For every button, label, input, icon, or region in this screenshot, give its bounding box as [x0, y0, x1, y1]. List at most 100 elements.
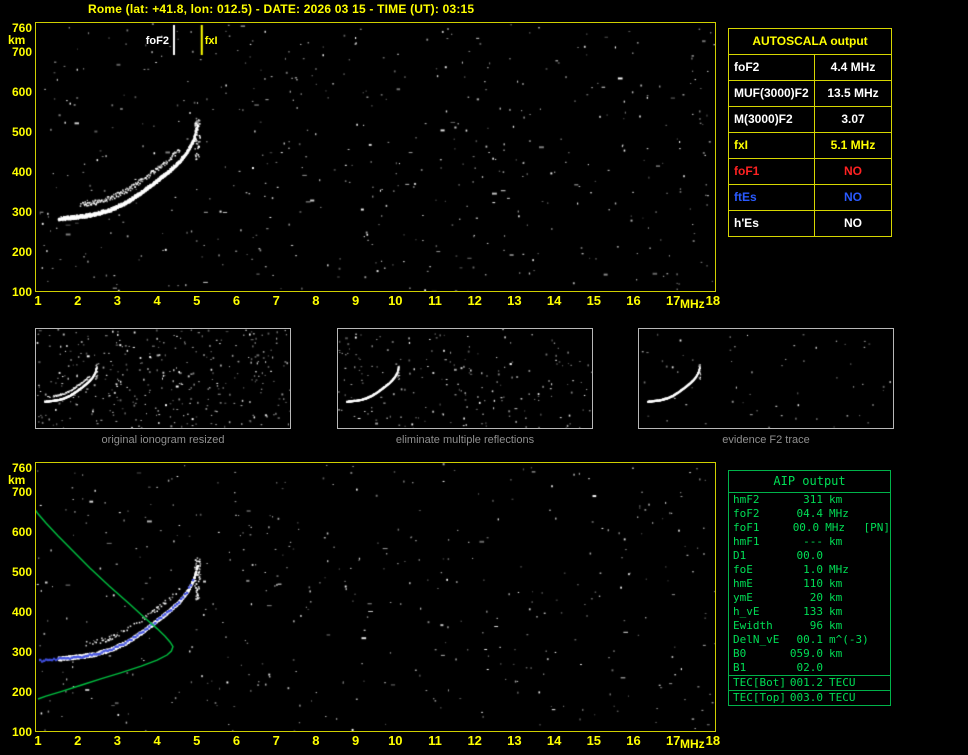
autoscala-row-muf-3000-f2: MUF(3000)F2 13.5 MHz	[729, 80, 891, 106]
aip-name: hmF2	[733, 493, 760, 506]
aip-note	[869, 691, 890, 705]
x-tick-label: 14	[546, 733, 562, 748]
aip-name: B0	[733, 647, 747, 660]
parameter-value: 13.5 MHz	[827, 86, 879, 100]
station-title: Rome (lat: +41.8, lon: 012.5) - DATE: 20…	[88, 2, 475, 16]
aip-val: 133	[803, 605, 823, 618]
parameter-value: NO	[844, 190, 862, 204]
aip-note	[869, 647, 890, 661]
x-tick-label: 2	[74, 293, 82, 308]
aip-unit	[823, 549, 869, 563]
aip-name: foF1	[733, 521, 760, 534]
autoscala-row-h-es: h'Es NO	[729, 210, 891, 236]
aip-name: h_vE	[733, 605, 760, 618]
x-tick-label: 13	[507, 293, 522, 308]
aip-name: D1	[733, 549, 747, 562]
x-tick-label: 6	[232, 733, 241, 748]
aip-unit: TECU	[829, 691, 856, 704]
thumbnail-2	[337, 328, 593, 429]
parameter-name: h'Es	[729, 211, 815, 236]
y-tick-label: 600	[11, 85, 32, 99]
x-axis-unit-label: MHz	[680, 737, 705, 751]
autoscala-row-m-3000-f2: M(3000)F2 3.07	[729, 106, 891, 132]
aip-val: 003.0	[789, 691, 823, 704]
aip-unit	[823, 661, 869, 675]
x-tick-label: 10	[388, 733, 403, 748]
x-tick-label: 6	[232, 293, 241, 308]
x-tick-label: 1	[34, 293, 42, 308]
aip-note	[869, 563, 890, 577]
aip-note	[869, 577, 890, 591]
autoscala-row-fof1: foF1 NO	[729, 158, 891, 184]
profile-ionogram-canvas	[36, 463, 715, 731]
y-axis-unit-label: km	[8, 473, 26, 487]
aip-unit: TECU	[829, 676, 856, 689]
aip-unit: km	[829, 577, 843, 590]
parameter-value: NO	[844, 164, 862, 178]
thumbnail-canvas-3	[639, 329, 893, 428]
aip-row-hme: hmE 110 km	[729, 577, 890, 591]
x-tick-label: 1	[34, 733, 42, 748]
y-tick-label: 100	[11, 725, 32, 739]
autoscala-table-rows: foF2 4.4 MHz MUF(3000)F2 13.5 MHz M(3000)F2 3…	[729, 55, 891, 236]
aip-unit: MHz	[829, 507, 849, 520]
aip-note	[869, 633, 890, 647]
y-tick-label: 500	[11, 565, 32, 579]
y-tick-label: 400	[11, 165, 32, 179]
aip-name: B1	[733, 661, 747, 674]
thumbnail-caption-2: eliminate multiple reflections	[395, 434, 535, 446]
aip-table-rows: hmF2 311 km foF2 04.4 MHz foF1 00.0 MHz [PN] hmF1-…	[729, 493, 890, 705]
x-axis-unit-label: MHz	[680, 297, 705, 311]
thumbnail-caption-3: evidence F2 trace	[722, 434, 810, 446]
x-tick-label: 3	[113, 293, 121, 308]
parameter-value: 4.4 MHz	[830, 60, 876, 74]
aip-val: 04.4	[796, 507, 824, 520]
aip-val: 1.0	[803, 563, 823, 576]
aip-val: 059.0	[789, 647, 823, 660]
parameter-name: MUF(3000)F2	[729, 81, 815, 106]
aip-unit: km	[829, 619, 843, 632]
aip-name: foE	[733, 563, 753, 576]
aip-unit: MHz	[825, 521, 846, 534]
y-tick-label: 200	[11, 685, 32, 699]
aip-val: 00.0	[796, 549, 824, 562]
aip-unit: km	[829, 605, 843, 618]
x-tick-label: 11	[428, 733, 442, 748]
x-tick-label: 15	[586, 733, 602, 748]
y-tick-label: 700	[11, 485, 32, 499]
y-tick-label: 760	[11, 461, 32, 475]
y-tick-label: 100	[11, 285, 32, 299]
profile-ionogram-plot	[35, 462, 716, 732]
y-tick-label: 400	[11, 605, 32, 619]
aip-note	[869, 507, 890, 521]
y-tick-label: 760	[11, 21, 32, 35]
aip-val: 110	[803, 577, 823, 590]
y-tick-label: 500	[11, 125, 32, 139]
y-tick-label: 300	[11, 645, 32, 659]
aip-row-fof1: foF1 00.0 MHz [PN]	[729, 521, 890, 535]
aip-name: DelN_vE	[733, 633, 780, 646]
scaled-ionogram-canvas	[36, 23, 715, 291]
x-tick-label: 14	[546, 293, 562, 308]
parameter-value: NO	[844, 216, 862, 230]
aip-note	[869, 661, 890, 675]
aip-note: [PN]	[863, 521, 891, 534]
aip-note	[869, 591, 890, 605]
x-tick-label: 16	[626, 733, 641, 748]
aip-val: ---	[803, 535, 823, 548]
x-tick-label: 17	[665, 733, 681, 748]
thumbnail-canvas-2	[338, 329, 592, 428]
x-tick-label: 15	[586, 293, 602, 308]
aip-note	[869, 549, 890, 563]
autoscala-row-ftes: ftEs NO	[729, 184, 891, 210]
aip-name: ymE	[733, 591, 753, 604]
y-tick-label: 200	[11, 245, 32, 259]
aip-output-table: AIP output hmF2 311 km foF2 04.4 MHz foF1 00.0 M…	[728, 470, 891, 706]
parameter-name: ftEs	[729, 185, 815, 210]
aip-row-hmf2: hmF2 311 km	[729, 493, 890, 507]
x-tick-label: 4	[153, 293, 161, 308]
aip-name: TEC[Top]	[733, 691, 786, 704]
thumbnail-canvas-1	[36, 329, 290, 428]
x-tick-label: 13	[507, 733, 522, 748]
aip-name: TEC[Bot]	[733, 676, 786, 689]
